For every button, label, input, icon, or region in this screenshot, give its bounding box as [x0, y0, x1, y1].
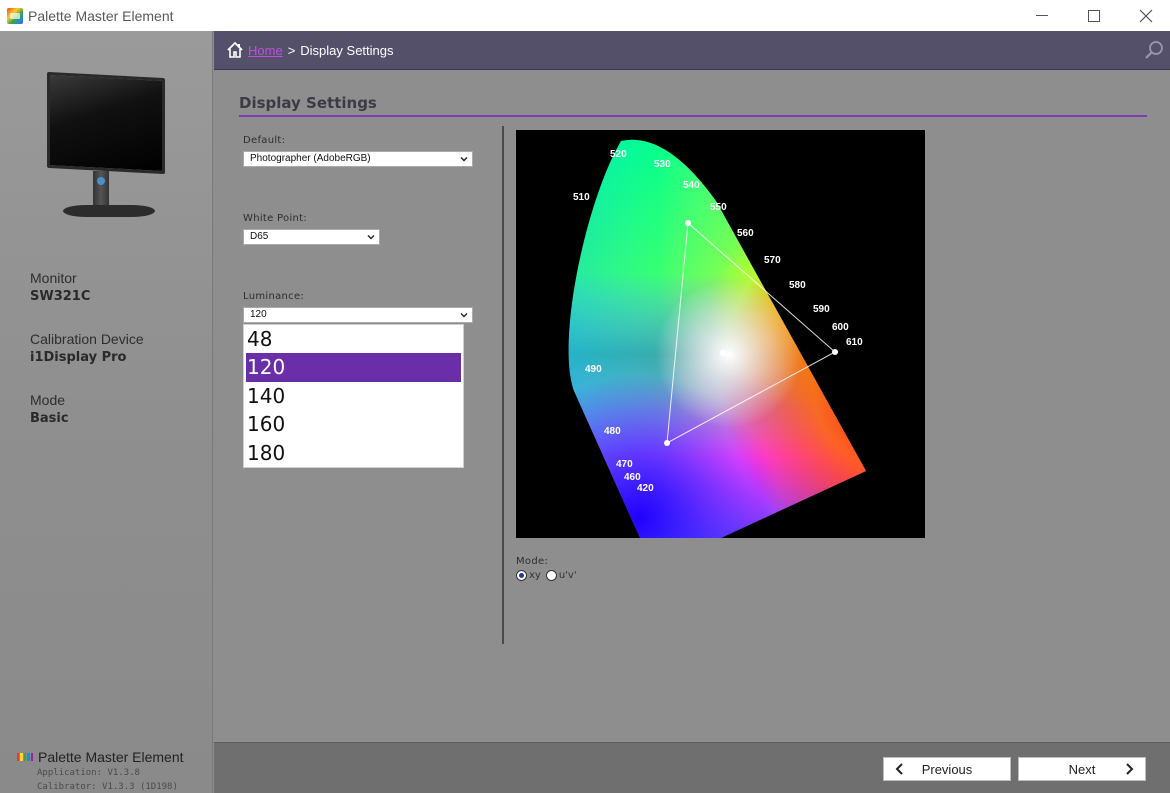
main-content: Display Settings Default: Photographer (…	[214, 71, 1170, 742]
breadcrumb-current: Display Settings	[300, 42, 394, 58]
wavelength-label: 550	[710, 202, 727, 213]
luminance-option[interactable]: 120	[246, 353, 461, 382]
wavelength-label: 510	[573, 192, 590, 203]
luminance-label: Luminance:	[243, 291, 305, 302]
wavelength-label: 490	[585, 364, 602, 375]
chevron-down-icon	[460, 157, 468, 162]
previous-button-label: Previous	[921, 761, 973, 777]
maximize-icon	[1088, 9, 1100, 22]
monitor-image	[45, 71, 165, 223]
chevron-right-icon	[1126, 763, 1134, 775]
wavelength-label: 590	[813, 304, 830, 315]
next-button[interactable]: Next	[1018, 757, 1146, 781]
luminance-option[interactable]: 140	[244, 382, 463, 410]
calibration-device-label: Calibration Device	[30, 331, 144, 347]
chevron-down-icon	[367, 235, 375, 240]
chevron-down-icon	[460, 313, 468, 318]
luminance-select[interactable]: 120	[243, 307, 473, 323]
mode-xy-radio[interactable]: xy	[516, 570, 541, 581]
chart-mode-options: xy u'v'	[516, 570, 582, 581]
wavelength-label: 460	[624, 472, 641, 483]
footer-bar: Previous Next	[214, 742, 1170, 793]
luminance-select-value: 120	[250, 309, 267, 320]
white-point-select[interactable]: D65	[243, 229, 380, 245]
wavelength-label: 530	[654, 159, 671, 170]
window-title: Palette Master Element	[28, 7, 174, 24]
mode-uv-label: u'v'	[558, 570, 577, 581]
maximize-button[interactable]	[1070, 0, 1118, 31]
luminance-option[interactable]: 180	[244, 439, 463, 467]
title-bar: Palette Master Element	[0, 0, 1170, 31]
search-icon[interactable]	[1143, 39, 1165, 61]
radio-unselected-icon	[545, 570, 557, 581]
wavelength-label: 520	[610, 149, 627, 160]
white-point-select-value: D65	[250, 231, 269, 242]
mode-uv-radio[interactable]: u'v'	[545, 570, 577, 581]
breadcrumb: Home > Display Settings	[214, 31, 1170, 70]
luminance-dropdown-list: 48 120 140 160 180	[243, 324, 464, 468]
default-select-value: Photographer (AdobeRGB)	[250, 153, 371, 164]
wavelength-label: 580	[789, 280, 806, 291]
mode-label: Mode	[30, 392, 66, 408]
mode-value: Basic	[30, 411, 69, 426]
previous-button[interactable]: Previous	[883, 757, 1011, 781]
wavelength-label: 480	[604, 426, 621, 437]
cie-chromaticity-diagram: 520 530 540 550 560 570 580 590 600 610 …	[516, 130, 925, 538]
application-version: Application: V1.3.8	[37, 768, 140, 778]
chart-mode-label: Mode:	[516, 556, 549, 567]
wavelength-label: 540	[683, 180, 700, 191]
chevron-left-icon	[895, 763, 903, 775]
vertical-divider	[502, 126, 504, 644]
close-button[interactable]	[1122, 0, 1170, 31]
minimize-icon	[1036, 15, 1048, 16]
mode-xy-label: xy	[529, 570, 541, 581]
home-icon[interactable]	[226, 41, 244, 59]
brand-logo-icon	[17, 753, 34, 761]
brand-name: Palette Master Element	[38, 749, 184, 765]
luminance-option[interactable]: 160	[244, 410, 463, 438]
default-label: Default:	[243, 135, 286, 146]
monitor-label: Monitor	[30, 270, 77, 286]
default-select[interactable]: Photographer (AdobeRGB)	[243, 151, 473, 167]
luminance-option[interactable]: 48	[244, 325, 463, 353]
calibration-device-value: i1Display Pro	[30, 350, 127, 365]
sidebar: Monitor SW321C Calibration Device i1Disp…	[0, 31, 213, 793]
monitor-value: SW321C	[30, 289, 91, 304]
app-icon	[7, 7, 23, 24]
wavelength-label: 470	[616, 459, 633, 470]
wavelength-label: 570	[764, 255, 781, 266]
wavelength-label: 600	[832, 322, 849, 333]
calibrator-version: Calibrator: V1.3.3 (1D198)	[37, 782, 178, 792]
breadcrumb-separator: >	[287, 42, 296, 58]
wavelength-label: 610	[846, 337, 863, 348]
title-divider	[239, 115, 1147, 117]
wavelength-label: 420	[637, 483, 654, 494]
minimize-button[interactable]	[1018, 0, 1066, 31]
white-point-label: White Point:	[243, 213, 308, 224]
page-title: Display Settings	[239, 94, 377, 112]
wavelength-label: 560	[737, 228, 754, 239]
breadcrumb-home-link[interactable]: Home	[248, 43, 283, 58]
brand: Palette Master Element	[17, 749, 184, 765]
radio-selected-icon	[516, 570, 527, 581]
close-icon	[1139, 9, 1153, 22]
next-button-label: Next	[1068, 761, 1096, 777]
